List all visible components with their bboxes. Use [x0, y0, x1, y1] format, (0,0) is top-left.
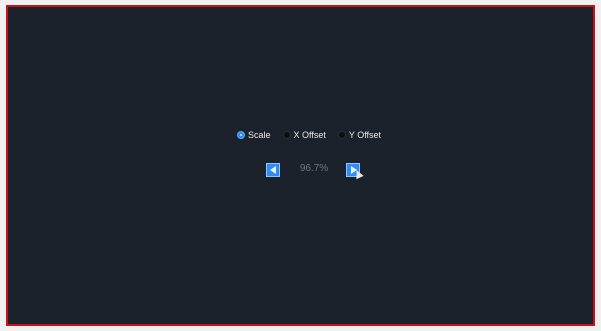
x-offset-radio-option[interactable]: X Offset [282, 130, 326, 140]
scale-radio-option[interactable]: Scale [237, 130, 271, 140]
scale-radio-label: Scale [248, 130, 271, 140]
y-offset-radio-option[interactable]: Y Offset [337, 130, 382, 140]
scale-radio[interactable] [237, 131, 245, 139]
x-offset-radio[interactable] [282, 131, 291, 139]
mouse-pointer-icon [353, 168, 364, 180]
value-display: 96.7% [299, 163, 329, 174]
value-stepper: 96.7% [258, 159, 368, 181]
x-offset-radio-label: X Offset [293, 130, 326, 140]
panel-frame: Scale X Offset Y Offset 96.7% [6, 5, 595, 326]
left-arrow-icon [270, 166, 276, 174]
y-offset-radio-label: Y Offset [348, 130, 382, 140]
adjust-mode-options: Scale X Offset Y Offset [237, 128, 393, 142]
y-offset-radio[interactable] [337, 131, 346, 139]
decrease-button[interactable] [266, 163, 280, 177]
screen: Scale X Offset Y Offset 96.7% [0, 0, 601, 331]
